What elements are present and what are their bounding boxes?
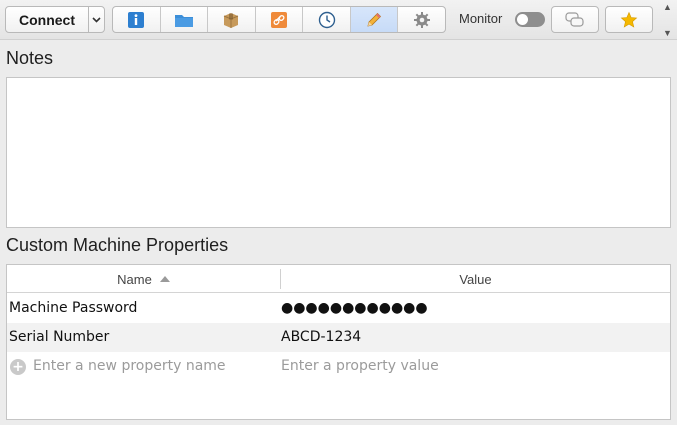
table-row[interactable]: Serial Number ABCD-1234	[7, 323, 670, 352]
connect-button[interactable]: Connect	[5, 6, 89, 33]
notes-text-area[interactable]	[6, 77, 671, 228]
chat-bubbles-icon	[565, 11, 584, 27]
new-property-name-input[interactable]: Enter a new property name	[33, 358, 226, 374]
new-property-value-input[interactable]: Enter a property value	[281, 358, 439, 374]
sort-ascending-icon	[159, 276, 170, 282]
column-header-value-label: Value	[459, 271, 492, 287]
toolbar: Connect Monitor ▲ ▼	[0, 0, 677, 40]
table-header: Name Value	[7, 265, 670, 293]
connect-button-label: Connect	[19, 11, 75, 28]
star-icon	[620, 11, 638, 28]
monitor-toggle[interactable]	[515, 12, 545, 27]
gear-icon	[413, 11, 430, 28]
toggle-knob	[517, 14, 528, 25]
tab-links[interactable]	[256, 7, 304, 32]
chevron-up-icon[interactable]: ▲	[663, 2, 672, 12]
property-name: Serial Number	[9, 329, 110, 345]
pencil-icon	[367, 12, 382, 27]
column-header-value[interactable]: Value	[281, 265, 670, 293]
chat-button[interactable]	[551, 6, 599, 33]
property-value[interactable]: ●●●●●●●●●●●●	[281, 300, 428, 316]
properties-title: Custom Machine Properties	[6, 235, 229, 255]
folder-icon	[174, 14, 193, 27]
column-header-name-label: Name	[117, 271, 152, 287]
column-header-name[interactable]: Name	[7, 265, 280, 293]
table-row[interactable]: Machine Password ●●●●●●●●●●●●	[7, 294, 670, 323]
properties-table: Name Value Machine Password ●●●●●●●●●●●●…	[6, 264, 671, 420]
favorite-button[interactable]	[605, 6, 653, 33]
view-segmented-control	[112, 6, 446, 33]
package-icon	[224, 12, 239, 28]
tab-files[interactable]	[161, 7, 209, 32]
toolbar-overflow-scroller[interactable]: ▲ ▼	[659, 2, 676, 38]
tab-packages[interactable]	[208, 7, 256, 32]
connect-menu-button[interactable]	[88, 6, 105, 33]
chevron-down-icon	[92, 16, 101, 23]
property-value[interactable]: ABCD-1234	[281, 329, 361, 345]
tab-settings[interactable]	[398, 7, 445, 32]
monitor-label: Monitor	[459, 11, 503, 26]
property-name: Machine Password	[9, 300, 138, 316]
tab-info[interactable]	[113, 7, 161, 32]
tab-notes[interactable]	[350, 7, 399, 32]
new-property-row[interactable]: + Enter a new property name Enter a prop…	[7, 352, 670, 381]
link-icon	[271, 11, 288, 28]
notes-title: Notes	[6, 48, 54, 68]
add-property-icon[interactable]: +	[10, 359, 26, 375]
clock-icon	[318, 11, 335, 28]
tab-history[interactable]	[303, 7, 351, 32]
chevron-down-icon[interactable]: ▼	[663, 28, 672, 38]
info-icon	[128, 11, 145, 28]
